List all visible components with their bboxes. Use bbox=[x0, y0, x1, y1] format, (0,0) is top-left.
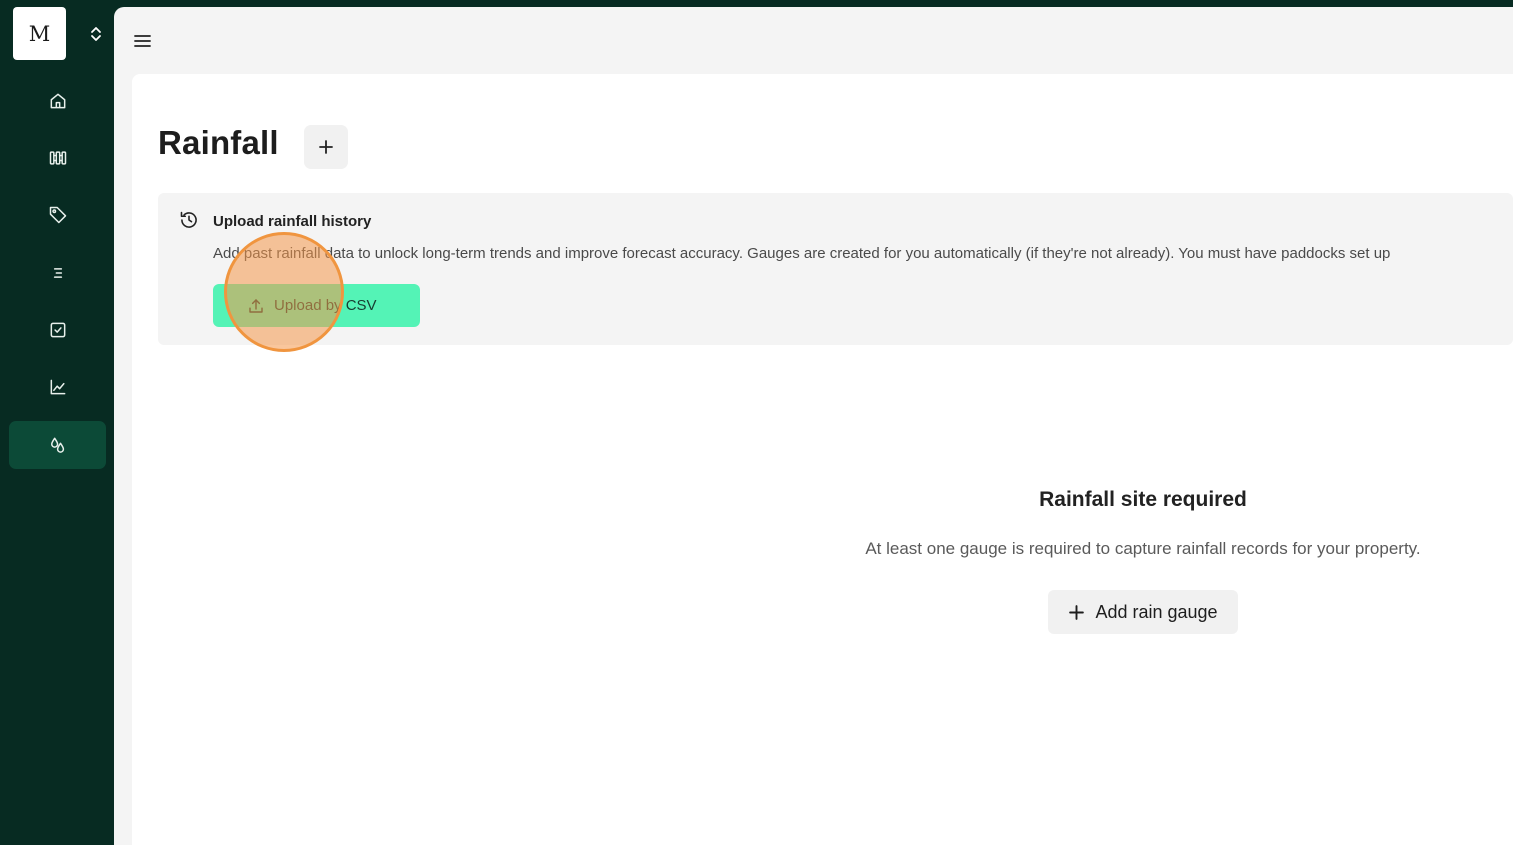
nav-item-rainfall[interactable] bbox=[9, 421, 106, 469]
upload-csv-label: Upload by CSV bbox=[274, 297, 377, 314]
history-icon bbox=[180, 211, 197, 228]
content-area: Rainfall Upload rainfall history Add pas… bbox=[132, 74, 1513, 845]
nav-item-list[interactable] bbox=[9, 249, 106, 297]
fence-icon bbox=[49, 151, 66, 165]
empty-state-text: At least one gauge is required to captur… bbox=[865, 539, 1421, 558]
plus-icon bbox=[319, 140, 333, 154]
workspace-logo[interactable]: M bbox=[13, 7, 66, 60]
chart-line-icon bbox=[50, 379, 65, 395]
plus-icon bbox=[1069, 604, 1085, 620]
banner-title: Upload rainfall history bbox=[213, 213, 372, 230]
workspace-switcher-icon[interactable] bbox=[86, 23, 106, 45]
tag-icon bbox=[49, 206, 66, 224]
empty-state-title: Rainfall site required bbox=[1039, 488, 1247, 511]
nav-item-paddocks[interactable] bbox=[9, 134, 106, 182]
nav-item-tasks[interactable] bbox=[9, 306, 106, 354]
home-icon bbox=[50, 93, 65, 109]
add-rain-gauge-label: Add rain gauge bbox=[1095, 601, 1218, 622]
check-square-icon bbox=[50, 322, 65, 338]
page-title: Rainfall bbox=[158, 124, 279, 161]
list-icon bbox=[53, 268, 62, 278]
upload-icon bbox=[249, 298, 263, 313]
logo-letter: M bbox=[28, 21, 51, 46]
nav-item-tags[interactable] bbox=[9, 191, 106, 239]
menu-toggle-button[interactable] bbox=[130, 30, 154, 52]
upload-history-banner: Upload rainfall history Add past rainfal… bbox=[158, 193, 1513, 345]
nav-item-home[interactable] bbox=[9, 77, 106, 125]
add-rain-gauge-button[interactable]: Add rain gauge bbox=[1048, 590, 1238, 634]
upload-csv-button[interactable]: Upload by CSV bbox=[213, 284, 420, 327]
nav-item-reports[interactable] bbox=[9, 363, 106, 411]
hamburger-icon bbox=[133, 35, 151, 47]
sidebar: M bbox=[0, 0, 114, 845]
rain-drops-icon bbox=[50, 437, 64, 453]
banner-description: Add past rainfall data to unlock long-te… bbox=[213, 245, 1391, 262]
main-panel: Rainfall Upload rainfall history Add pas… bbox=[114, 7, 1513, 845]
add-button[interactable] bbox=[304, 125, 348, 169]
